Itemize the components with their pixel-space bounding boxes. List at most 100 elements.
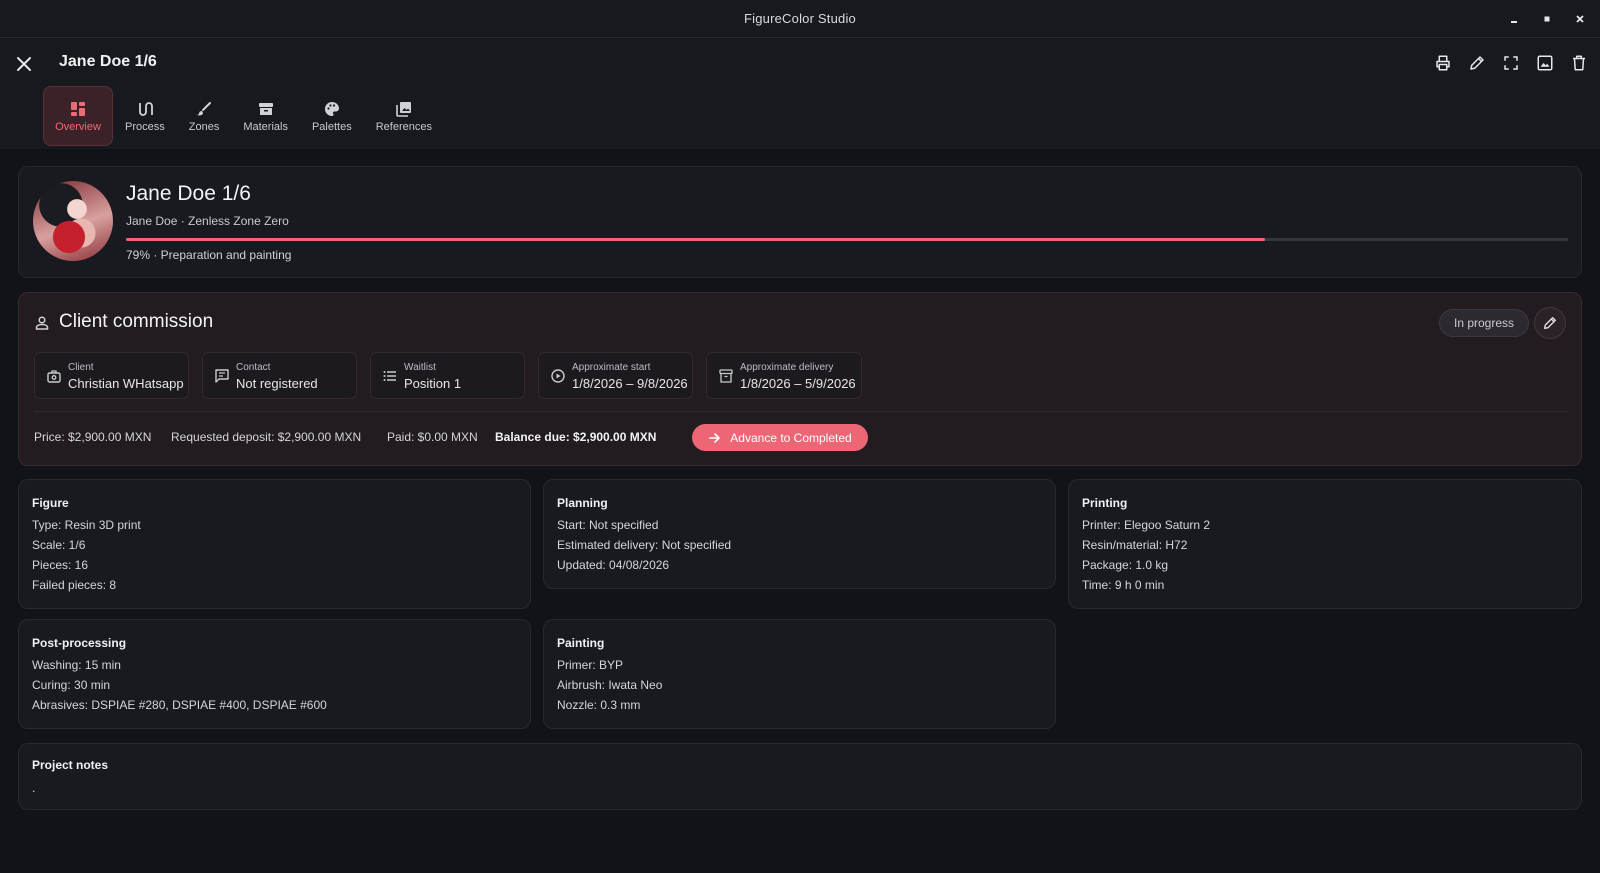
figure-avatar [33,181,113,261]
fullscreen-icon [1504,56,1518,70]
field-label: Contact [236,362,271,373]
delete-button[interactable] [1568,52,1590,74]
figure-pieces: Pieces: 16 [32,558,89,572]
printing-card: Printing Printer: Elegoo Saturn 2 Resin/… [1068,479,1582,609]
person-icon [34,315,50,331]
maximize-icon [1544,16,1550,22]
field-label: Approximate start [572,362,651,373]
edit-button[interactable] [1466,52,1488,74]
post-abrasives: Abrasives: DSPIAE #280, DSPIAE #400, DSP… [32,698,327,712]
list-icon [382,368,398,384]
approximate-delivery-field: Approximate delivery 1/8/2026 – 5/9/2026 [706,352,862,399]
minimize-icon [1511,21,1517,23]
figure-type: Type: Resin 3D print [32,518,141,532]
window-title: FigureColor Studio [744,11,856,26]
minimize-button[interactable] [1506,11,1522,27]
image-library-icon [395,100,413,118]
archive-icon [257,100,275,118]
status-badge: In progress [1439,309,1530,337]
planning-delivery: Estimated delivery: Not specified [557,538,732,552]
painting-card: Painting Primer: BYP Airbrush: Iwata Neo… [543,619,1056,729]
progress-fill [126,238,1266,241]
advance-status-button[interactable]: Advance to Completed [692,424,868,451]
tab-label: Palettes [311,120,352,133]
field-label: Approximate delivery [740,362,834,373]
tab-materials[interactable]: Materials [231,86,300,146]
price-text: Price: $2,900.00 MXN [34,430,152,444]
print-button[interactable] [1432,52,1454,74]
figure-card: Figure Type: Resin 3D print Scale: 1/6 P… [18,479,531,609]
tab-label: Zones [188,120,220,133]
tab-palettes[interactable]: Palettes [300,86,364,146]
close-icon [17,57,31,71]
tab-overview[interactable]: Overview [43,86,113,146]
field-value: Christian WHatsapp [68,376,184,391]
painting-primer: Primer: BYP [557,658,624,672]
play-icon [550,368,566,384]
close-button[interactable] [14,54,34,74]
planning-updated: Updated: 04/08/2026 [557,558,670,572]
post-washing: Washing: 15 min [32,658,121,672]
planning-start: Start: Not specified [557,518,659,532]
route-icon [136,100,154,118]
card-title: Post-processing [32,636,127,650]
page-title: Jane Doe 1/6 [59,53,157,70]
field-label: Client [68,362,94,373]
field-value: Position 1 [404,376,462,391]
commission-title: Client commission [59,311,214,332]
field-value: 1/8/2026 – 9/8/2026 [572,376,688,391]
divider [34,411,1568,412]
arrow-right-icon [709,432,721,443]
app-header: Jane Doe 1/6 Overview Process Zones Mate… [0,39,1600,149]
planning-card: Planning Start: Not specified Estimated … [543,479,1056,589]
card-title: Painting [557,636,605,650]
printing-time: Time: 9 h 0 min [1082,578,1165,592]
tab-label: Process [125,120,165,133]
window-close-button[interactable] [1572,11,1588,27]
balance-text: Balance due: $2,900.00 MXN [495,430,657,444]
tab-process[interactable]: Process [113,86,177,146]
tab-label: Overview [55,120,101,133]
edit-commission-button[interactable] [1534,307,1566,339]
print-icon [1436,55,1450,71]
client-field: Client Christian WHatsapp [34,352,189,399]
client-commission-card: Client commission In progress Client Chr… [18,292,1582,466]
image-button[interactable] [1534,52,1556,74]
fullscreen-button[interactable] [1500,52,1522,74]
client-icon [46,368,62,384]
field-value: Not registered [236,376,318,391]
window-titlebar: FigureColor Studio [0,0,1600,38]
palette-icon [323,100,341,118]
progress-bar [126,238,1568,241]
painting-nozzle: Nozzle: 0.3 mm [557,698,641,712]
printing-printer: Printer: Elegoo Saturn 2 [1082,518,1211,532]
post-curing: Curing: 30 min [32,678,111,692]
advance-label: Advance to Completed [730,430,852,445]
pencil-icon [1470,56,1484,70]
tab-references[interactable]: References [364,86,444,146]
image-icon [1537,55,1553,71]
window-close-icon [1576,15,1584,23]
progress-status: 79% · Preparation and painting [126,248,292,262]
trash-icon [1573,55,1585,71]
painting-airbrush: Airbrush: Iwata Neo [557,678,663,692]
deposit-text: Requested deposit: $2,900.00 MXN [171,430,362,444]
field-value: 1/8/2026 – 5/9/2026 [740,376,856,391]
tab-label: Materials [243,120,288,133]
tab-zones[interactable]: Zones [177,86,232,146]
maximize-button[interactable] [1539,11,1555,27]
pencil-icon [1544,317,1556,329]
waitlist-field: Waitlist Position 1 [370,352,525,399]
project-subtitle: Jane Doe · Zenless Zone Zero [126,214,289,228]
brush-icon [195,100,213,118]
project-summary-card: Jane Doe 1/6 Jane Doe · Zenless Zone Zer… [18,166,1582,278]
project-notes-card: Project notes . [18,743,1582,810]
card-title: Figure [32,496,69,510]
tab-bar: Overview Process Zones Materials Palette… [43,86,444,146]
post-processing-card: Post-processing Washing: 15 min Curing: … [18,619,531,729]
printing-resin: Resin/material: H72 [1082,538,1188,552]
card-title: Planning [557,496,608,510]
paid-text: Paid: $0.00 MXN [387,430,478,444]
notes-body: . [32,781,36,795]
approximate-start-field: Approximate start 1/8/2026 – 9/8/2026 [538,352,693,399]
